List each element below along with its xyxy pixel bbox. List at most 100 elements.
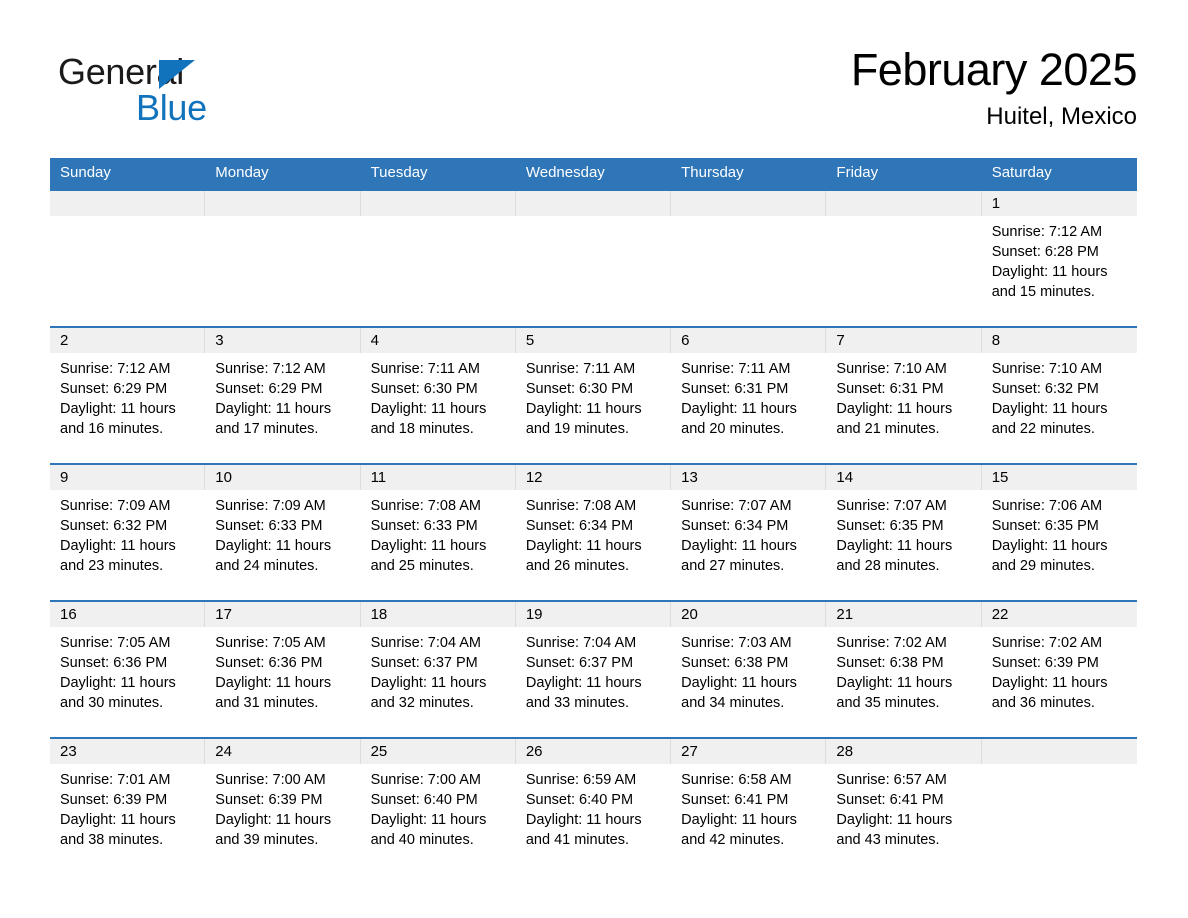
- day-number: [671, 191, 827, 216]
- day-number: 26: [515, 739, 672, 764]
- daylight-text-line1: Daylight: 11 hours: [681, 812, 797, 828]
- day-number: 23: [50, 739, 206, 764]
- calendar-day-cell[interactable]: 4 Sunrise: 7:11 AM Sunset: 6:30 PM Daylight…: [360, 326, 516, 464]
- title-block: February 2025 Huitel, Mexico: [850, 42, 1138, 132]
- daylight-text-line2: and 27 minutes.: [681, 558, 785, 574]
- calendar-day-cell[interactable]: 2 Sunrise: 7:12 AM Sunset: 6:29 PM Daylight…: [50, 326, 206, 464]
- calendar-day-cell[interactable]: 27 Sunrise: 6:58 AM Sunset: 6:41 PM Dayligh…: [671, 737, 827, 874]
- day-info: Sunrise: 7:04 AM Sunset: 6:37 PM Daylight:…: [516, 627, 671, 713]
- calendar-day-cell[interactable]: 18 Sunrise: 7:04 AM Sunset: 6:37 PM Dayligh…: [360, 600, 516, 738]
- calendar-day-cell[interactable]: 15 Sunrise: 7:06 AM Sunset: 6:35 PM Dayligh…: [981, 463, 1137, 601]
- calendar-day-cell[interactable]: 9 Sunrise: 7:09 AM Sunset: 6:32 PM Daylight…: [50, 463, 206, 601]
- daylight-text-line2: and 31 minutes.: [215, 695, 319, 711]
- day-info: Sunrise: 7:11 AM Sunset: 6:30 PM Daylight:…: [516, 353, 671, 439]
- calendar-week-row: 2 Sunrise: 7:12 AM Sunset: 6:29 PM Daylight…: [50, 326, 1137, 464]
- calendar-day-cell[interactable]: 10 Sunrise: 7:09 AM Sunset: 6:33 PM Dayligh…: [205, 463, 361, 601]
- day-number: 18: [360, 602, 516, 627]
- calendar-day-cell[interactable]: 16 Sunrise: 7:05 AM Sunset: 6:36 PM Dayligh…: [50, 600, 206, 738]
- sunset-text: Sunset: 6:32 PM: [60, 518, 168, 534]
- daylight-text-line2: and 39 minutes.: [215, 832, 319, 848]
- sunset-text: Sunset: 6:29 PM: [60, 381, 168, 397]
- calendar-day-cell[interactable]: 20 Sunrise: 7:03 AM Sunset: 6:38 PM Dayligh…: [671, 600, 827, 738]
- sunset-text: Sunset: 6:31 PM: [836, 381, 944, 397]
- calendar-day-cell[interactable]: 26 Sunrise: 6:59 AM Sunset: 6:40 PM Dayligh…: [515, 737, 672, 874]
- daylight-text-line1: Daylight: 11 hours: [525, 401, 642, 417]
- sunrise-text: Sunrise: 7:11 AM: [681, 361, 791, 377]
- sunrise-text: Sunrise: 7:12 AM: [60, 361, 171, 377]
- sunset-text: Sunset: 6:36 PM: [215, 655, 323, 671]
- sunrise-text: Sunrise: 7:06 AM: [991, 498, 1103, 514]
- daylight-text-line2: and 32 minutes.: [370, 695, 474, 711]
- calendar-day-cell[interactable]: 25 Sunrise: 7:00 AM Sunset: 6:40 PM Dayligh…: [360, 737, 516, 874]
- calendar-day-cell[interactable]: 13 Sunrise: 7:07 AM Sunset: 6:34 PM Dayligh…: [671, 463, 827, 601]
- calendar-day-cell: [671, 189, 827, 327]
- day-info: Sunrise: 7:02 AM Sunset: 6:39 PM Daylight:…: [982, 627, 1137, 713]
- daylight-text-line1: Daylight: 11 hours: [991, 264, 1108, 280]
- daylight-text-line2: and 29 minutes.: [991, 558, 1095, 574]
- daylight-text-line1: Daylight: 11 hours: [215, 675, 332, 691]
- weekday-header-tuesday: Tuesday: [360, 158, 516, 190]
- sunrise-text: Sunrise: 7:00 AM: [215, 772, 326, 788]
- day-info: Sunrise: 7:00 AM Sunset: 6:40 PM Daylight:…: [361, 764, 516, 850]
- day-number: [205, 191, 361, 216]
- day-number: 9: [50, 465, 206, 490]
- sunrise-text: Sunrise: 7:04 AM: [370, 635, 481, 651]
- daylight-text-line2: and 21 minutes.: [836, 421, 940, 437]
- day-info: Sunrise: 7:11 AM Sunset: 6:30 PM Daylight:…: [361, 353, 516, 439]
- calendar-day-cell: [826, 189, 982, 327]
- daylight-text-line2: and 19 minutes.: [525, 421, 630, 437]
- sunrise-text: Sunrise: 6:57 AM: [836, 772, 947, 788]
- calendar-page: General Blue February 2025 Huitel, Mexic…: [0, 0, 1188, 918]
- calendar-day-cell[interactable]: 17 Sunrise: 7:05 AM Sunset: 6:36 PM Dayligh…: [205, 600, 361, 738]
- page-title: February 2025: [850, 44, 1138, 95]
- day-number: 24: [205, 739, 361, 764]
- sunset-text: Sunset: 6:34 PM: [681, 518, 789, 534]
- day-info: Sunrise: 7:10 AM Sunset: 6:32 PM Daylight:…: [982, 353, 1137, 439]
- calendar-day-cell[interactable]: 21 Sunrise: 7:02 AM Sunset: 6:38 PM Dayligh…: [826, 600, 982, 738]
- brand-logo[interactable]: General Blue: [58, 52, 358, 144]
- calendar-day-cell: [515, 189, 672, 327]
- calendar-day-cell[interactable]: 24 Sunrise: 7:00 AM Sunset: 6:39 PM Dayligh…: [205, 737, 361, 874]
- daylight-text-line2: and 42 minutes.: [681, 832, 785, 848]
- day-number: 16: [50, 602, 206, 627]
- calendar-day-cell[interactable]: 28 Sunrise: 6:57 AM Sunset: 6:41 PM Dayligh…: [826, 737, 982, 874]
- calendar-day-cell[interactable]: 23 Sunrise: 7:01 AM Sunset: 6:39 PM Dayligh…: [50, 737, 206, 874]
- daylight-text-line1: Daylight: 11 hours: [991, 401, 1108, 417]
- sunset-text: Sunset: 6:39 PM: [991, 655, 1099, 671]
- calendar-day-cell[interactable]: 7 Sunrise: 7:10 AM Sunset: 6:31 PM Daylight…: [826, 326, 982, 464]
- day-number: 21: [826, 602, 982, 627]
- sunrise-text: Sunrise: 7:07 AM: [836, 498, 947, 514]
- day-number: [981, 739, 1137, 764]
- day-number: 25: [360, 739, 516, 764]
- daylight-text-line1: Daylight: 11 hours: [836, 401, 953, 417]
- day-info: Sunrise: 6:57 AM Sunset: 6:41 PM Daylight:…: [826, 764, 981, 850]
- calendar-day-cell[interactable]: 8 Sunrise: 7:10 AM Sunset: 6:32 PM Daylight…: [981, 326, 1137, 464]
- sunset-text: Sunset: 6:39 PM: [215, 792, 323, 808]
- daylight-text-line1: Daylight: 11 hours: [525, 675, 642, 691]
- day-number: 3: [205, 328, 361, 353]
- day-info: Sunrise: 7:05 AM Sunset: 6:36 PM Daylight:…: [205, 627, 360, 713]
- calendar-day-cell[interactable]: 5 Sunrise: 7:11 AM Sunset: 6:30 PM Daylight…: [515, 326, 672, 464]
- daylight-text-line2: and 24 minutes.: [215, 558, 319, 574]
- calendar-day-cell[interactable]: 3 Sunrise: 7:12 AM Sunset: 6:29 PM Daylight…: [205, 326, 361, 464]
- sunrise-text: Sunrise: 7:09 AM: [60, 498, 171, 514]
- calendar-day-cell[interactable]: 12 Sunrise: 7:08 AM Sunset: 6:34 PM Dayligh…: [515, 463, 672, 601]
- calendar-day-cell[interactable]: 19 Sunrise: 7:04 AM Sunset: 6:37 PM Dayligh…: [515, 600, 672, 738]
- calendar-day-cell[interactable]: 11 Sunrise: 7:08 AM Sunset: 6:33 PM Dayligh…: [360, 463, 516, 601]
- day-number: 14: [826, 465, 982, 490]
- calendar-day-cell[interactable]: 6 Sunrise: 7:11 AM Sunset: 6:31 PM Daylight…: [671, 326, 827, 464]
- calendar-day-cell[interactable]: 22 Sunrise: 7:02 AM Sunset: 6:39 PM Dayligh…: [981, 600, 1137, 738]
- sunrise-text: Sunrise: 7:10 AM: [836, 361, 947, 377]
- daylight-text-line1: Daylight: 11 hours: [215, 538, 332, 554]
- daylight-text-line2: and 30 minutes.: [60, 695, 164, 711]
- sunset-text: Sunset: 6:29 PM: [215, 381, 323, 397]
- day-number: 12: [515, 465, 672, 490]
- calendar-day-cell[interactable]: 14 Sunrise: 7:07 AM Sunset: 6:35 PM Dayligh…: [826, 463, 982, 601]
- daylight-text-line1: Daylight: 11 hours: [60, 812, 176, 828]
- brand-name-blue: Blue: [136, 87, 207, 128]
- daylight-text-line2: and 25 minutes.: [370, 558, 474, 574]
- calendar-day-cell[interactable]: 1 Sunrise: 7:12 AM Sunset: 6:28 PM Daylight…: [981, 189, 1137, 327]
- calendar-day-cell: [981, 737, 1137, 874]
- calendar-header-row: Sunday Monday Tuesday Wednesday Thursday…: [50, 158, 1137, 190]
- day-info: Sunrise: 7:04 AM Sunset: 6:37 PM Daylight:…: [361, 627, 516, 713]
